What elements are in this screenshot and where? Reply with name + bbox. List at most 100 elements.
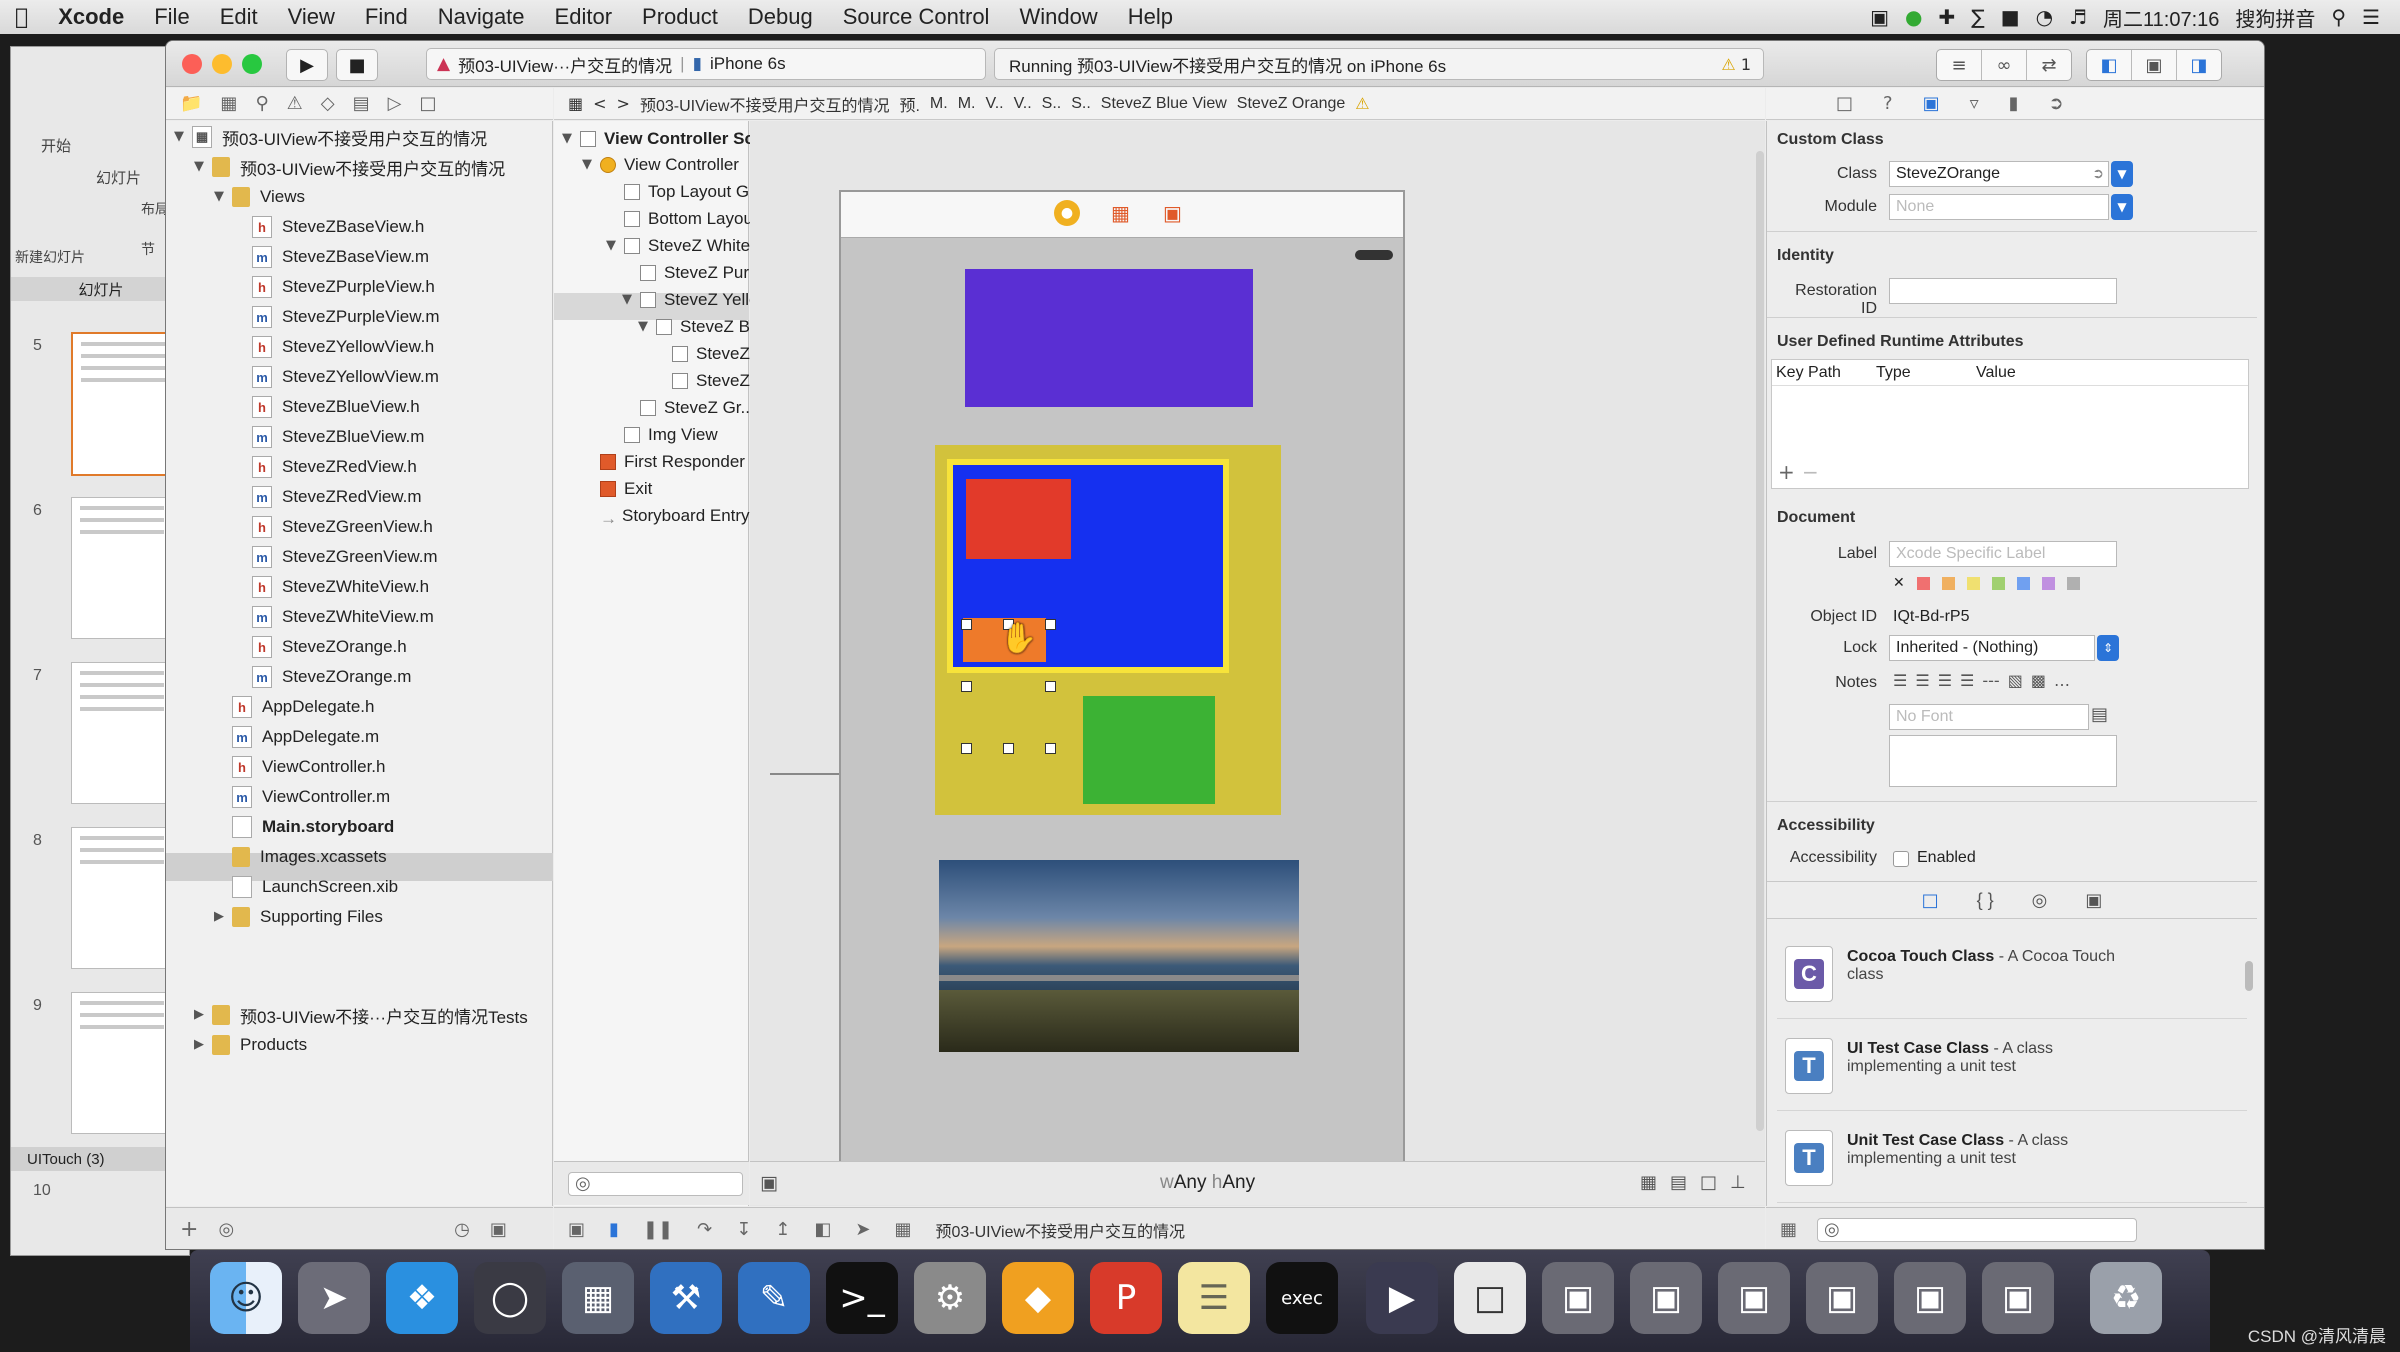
test-navigator-icon[interactable]: ◇ — [321, 93, 335, 114]
jump-item[interactable]: S.. — [1071, 95, 1091, 113]
menu-debug[interactable]: Debug — [733, 4, 828, 30]
doc-label-field[interactable]: Xcode Specific Label — [1889, 541, 2117, 567]
blue-view[interactable] — [947, 459, 1229, 673]
instruments-icon[interactable]: ✎ — [738, 1262, 810, 1334]
plus-icon[interactable]: ✚ — [1938, 5, 1955, 29]
library-filter-field[interactable]: ◎ — [1817, 1217, 2138, 1242]
menu-product[interactable]: Product — [627, 4, 733, 30]
add-file-icon[interactable]: + — [180, 1217, 198, 1242]
col-key-path[interactable]: Key Path — [1776, 364, 1841, 382]
disclosure-open-icon[interactable]: ▼ — [638, 319, 648, 334]
wifi-icon[interactable]: ◔ — [2036, 5, 2053, 29]
forward-arrow-icon[interactable]: > — [617, 94, 630, 113]
exec-icon[interactable]: exec — [1266, 1262, 1338, 1334]
input-method[interactable]: 搜狗拼音 — [2235, 3, 2315, 32]
close-button[interactable] — [182, 54, 202, 74]
file-row[interactable]: Main.storyboard — [232, 813, 394, 841]
minimized-window-icon[interactable]: ▣ — [1982, 1262, 2054, 1334]
sketch-icon[interactable]: ◆ — [1002, 1262, 1074, 1334]
slide-thumbnail[interactable] — [71, 992, 173, 1134]
minimized-window-icon[interactable]: ▣ — [1718, 1262, 1790, 1334]
yellow-view[interactable]: ✋ — [935, 445, 1281, 815]
spotlight-icon[interactable]: ⚲ — [2331, 5, 2346, 29]
code-snippet-library-icon[interactable]: { } — [1977, 890, 1994, 911]
accessibility-enabled-checkbox[interactable] — [1893, 851, 1909, 867]
color-swatch-green[interactable] — [1991, 576, 2005, 590]
disclosure-open-icon[interactable]: ▼ — [214, 189, 224, 204]
outline-item-view-controller[interactable]: View Controller — [600, 151, 739, 179]
file-inspector-icon[interactable]: □ — [1836, 93, 1853, 114]
lock-popup[interactable]: Inherited - (Nothing) — [1889, 635, 2095, 661]
size-inspector-icon[interactable]: ▮ — [2009, 93, 2019, 114]
outline-item-img-view[interactable]: Img View — [624, 421, 718, 449]
purple-view[interactable] — [965, 269, 1253, 407]
color-swatch-gray[interactable] — [2066, 576, 2080, 590]
resolve-issues-icon[interactable]: ⊥ — [1730, 1172, 1746, 1193]
notes-icon[interactable]: ☰ — [1178, 1262, 1250, 1334]
warning-icon[interactable]: ⚠ 1 — [1721, 55, 1751, 74]
pin-icon[interactable]: □ — [1700, 1172, 1717, 1193]
quick-help-icon[interactable]: ? — [1883, 93, 1893, 114]
system-preferences-icon[interactable]: ⚙ — [914, 1262, 986, 1334]
resize-handle[interactable] — [1003, 743, 1014, 754]
step-out-icon[interactable]: ↥ — [775, 1219, 790, 1240]
debug-navigator-icon[interactable]: ▤ — [353, 93, 370, 114]
resize-handle[interactable] — [961, 743, 972, 754]
back-arrow-icon[interactable]: < — [593, 94, 606, 113]
zoom-button[interactable] — [242, 54, 262, 74]
slide-thumbnail[interactable] — [71, 662, 173, 804]
font-field[interactable]: No Font — [1889, 704, 2089, 730]
quicktime-icon[interactable]: ▶ — [1366, 1262, 1438, 1334]
file-row[interactable]: Supporting Files — [232, 903, 383, 931]
views-group-row[interactable]: Views — [232, 183, 305, 211]
report-navigator-icon[interactable]: □ — [419, 93, 436, 114]
color-swatch-red[interactable] — [1916, 576, 1930, 590]
jump-warning-icon[interactable]: ⚠ — [1355, 94, 1369, 113]
menu-file[interactable]: File — [139, 4, 204, 30]
align-right-icon[interactable]: ☰ — [1938, 671, 1952, 690]
step-in-icon[interactable]: ↧ — [736, 1219, 751, 1240]
powerpoint-icon[interactable]: P — [1090, 1262, 1162, 1334]
file-row[interactable]: h SteveZPurpleView.h — [252, 273, 435, 301]
view-controller-scene[interactable]: ● ▦ ▣ ✋ — [839, 190, 1405, 1190]
background-color-icon[interactable]: ▩ — [2031, 671, 2046, 690]
library-item[interactable]: T UI Test Case Class - A class implementi… — [1777, 1018, 2247, 1111]
file-row[interactable]: h SteveZGreenView.h — [252, 513, 433, 541]
first-responder-icon[interactable]: ▦ — [1111, 201, 1130, 225]
disclosure-open-icon[interactable]: ▼ — [622, 292, 632, 307]
minimized-window-icon[interactable]: ▣ — [1894, 1262, 1966, 1334]
menu-help[interactable]: Help — [1113, 4, 1188, 30]
project-navigator-icon[interactable]: 📁 — [180, 93, 202, 114]
jump-item[interactable]: 预03-UIView不接受用户交互的情况 — [640, 92, 890, 116]
breakpoint-navigator-icon[interactable]: ▷ — [388, 93, 402, 114]
disclosure-closed-icon[interactable]: ▶ — [194, 1007, 204, 1022]
file-row[interactable]: m SteveZWhiteView.m — [252, 603, 434, 631]
runtime-attributes-table[interactable]: Key Path Type Value + − — [1771, 359, 2249, 489]
class-field[interactable]: SteveZOrange ➲ — [1889, 161, 2109, 187]
menu-source-control[interactable]: Source Control — [828, 4, 1005, 30]
file-row[interactable]: m ViewController.m — [232, 783, 390, 811]
status-green-icon[interactable]: ● — [1905, 5, 1922, 29]
view-debugger-icon[interactable]: ◧ — [814, 1219, 831, 1240]
file-row[interactable]: h SteveZBlueView.h — [252, 393, 420, 421]
jump-item[interactable]: SteveZ Blue View — [1101, 95, 1227, 113]
jump-item[interactable]: M. — [958, 95, 976, 113]
class-dropdown-chevron-icon[interactable]: ▼ — [2111, 161, 2133, 187]
assistant-editor-icon[interactable]: ∞ — [1982, 50, 2027, 80]
object-library-icon[interactable]: ◎ — [2032, 890, 2048, 911]
group-row[interactable]: 预03-UIView不接受用户交互的情况 — [212, 153, 505, 181]
menu-view[interactable]: View — [273, 4, 350, 30]
file-row[interactable]: m SteveZBaseView.m — [252, 243, 429, 271]
add-attribute-icon[interactable]: + — [1778, 460, 1795, 484]
outline-toggle-icon[interactable]: ▣ — [760, 1172, 778, 1194]
version-editor-icon[interactable]: ⇄ — [2027, 50, 2071, 80]
scheme-selector[interactable]: ▲ 预03-UIView···户交互的情况 | ▮ iPhone 6s — [426, 48, 986, 80]
color-swatch-yellow[interactable] — [1966, 576, 1980, 590]
safari-icon[interactable]: ❖ — [386, 1262, 458, 1334]
jump-to-class-icon[interactable]: ➲ — [2092, 166, 2104, 182]
library-item[interactable]: T Unit Test Case Class - A class implemen… — [1777, 1110, 2247, 1203]
red-view[interactable] — [966, 479, 1071, 559]
attributes-inspector-icon[interactable]: ▿ — [1970, 93, 1979, 114]
outline-item-first-responder[interactable]: First Responder — [600, 448, 745, 476]
font-picker-icon[interactable]: ▤ — [2091, 704, 2108, 725]
